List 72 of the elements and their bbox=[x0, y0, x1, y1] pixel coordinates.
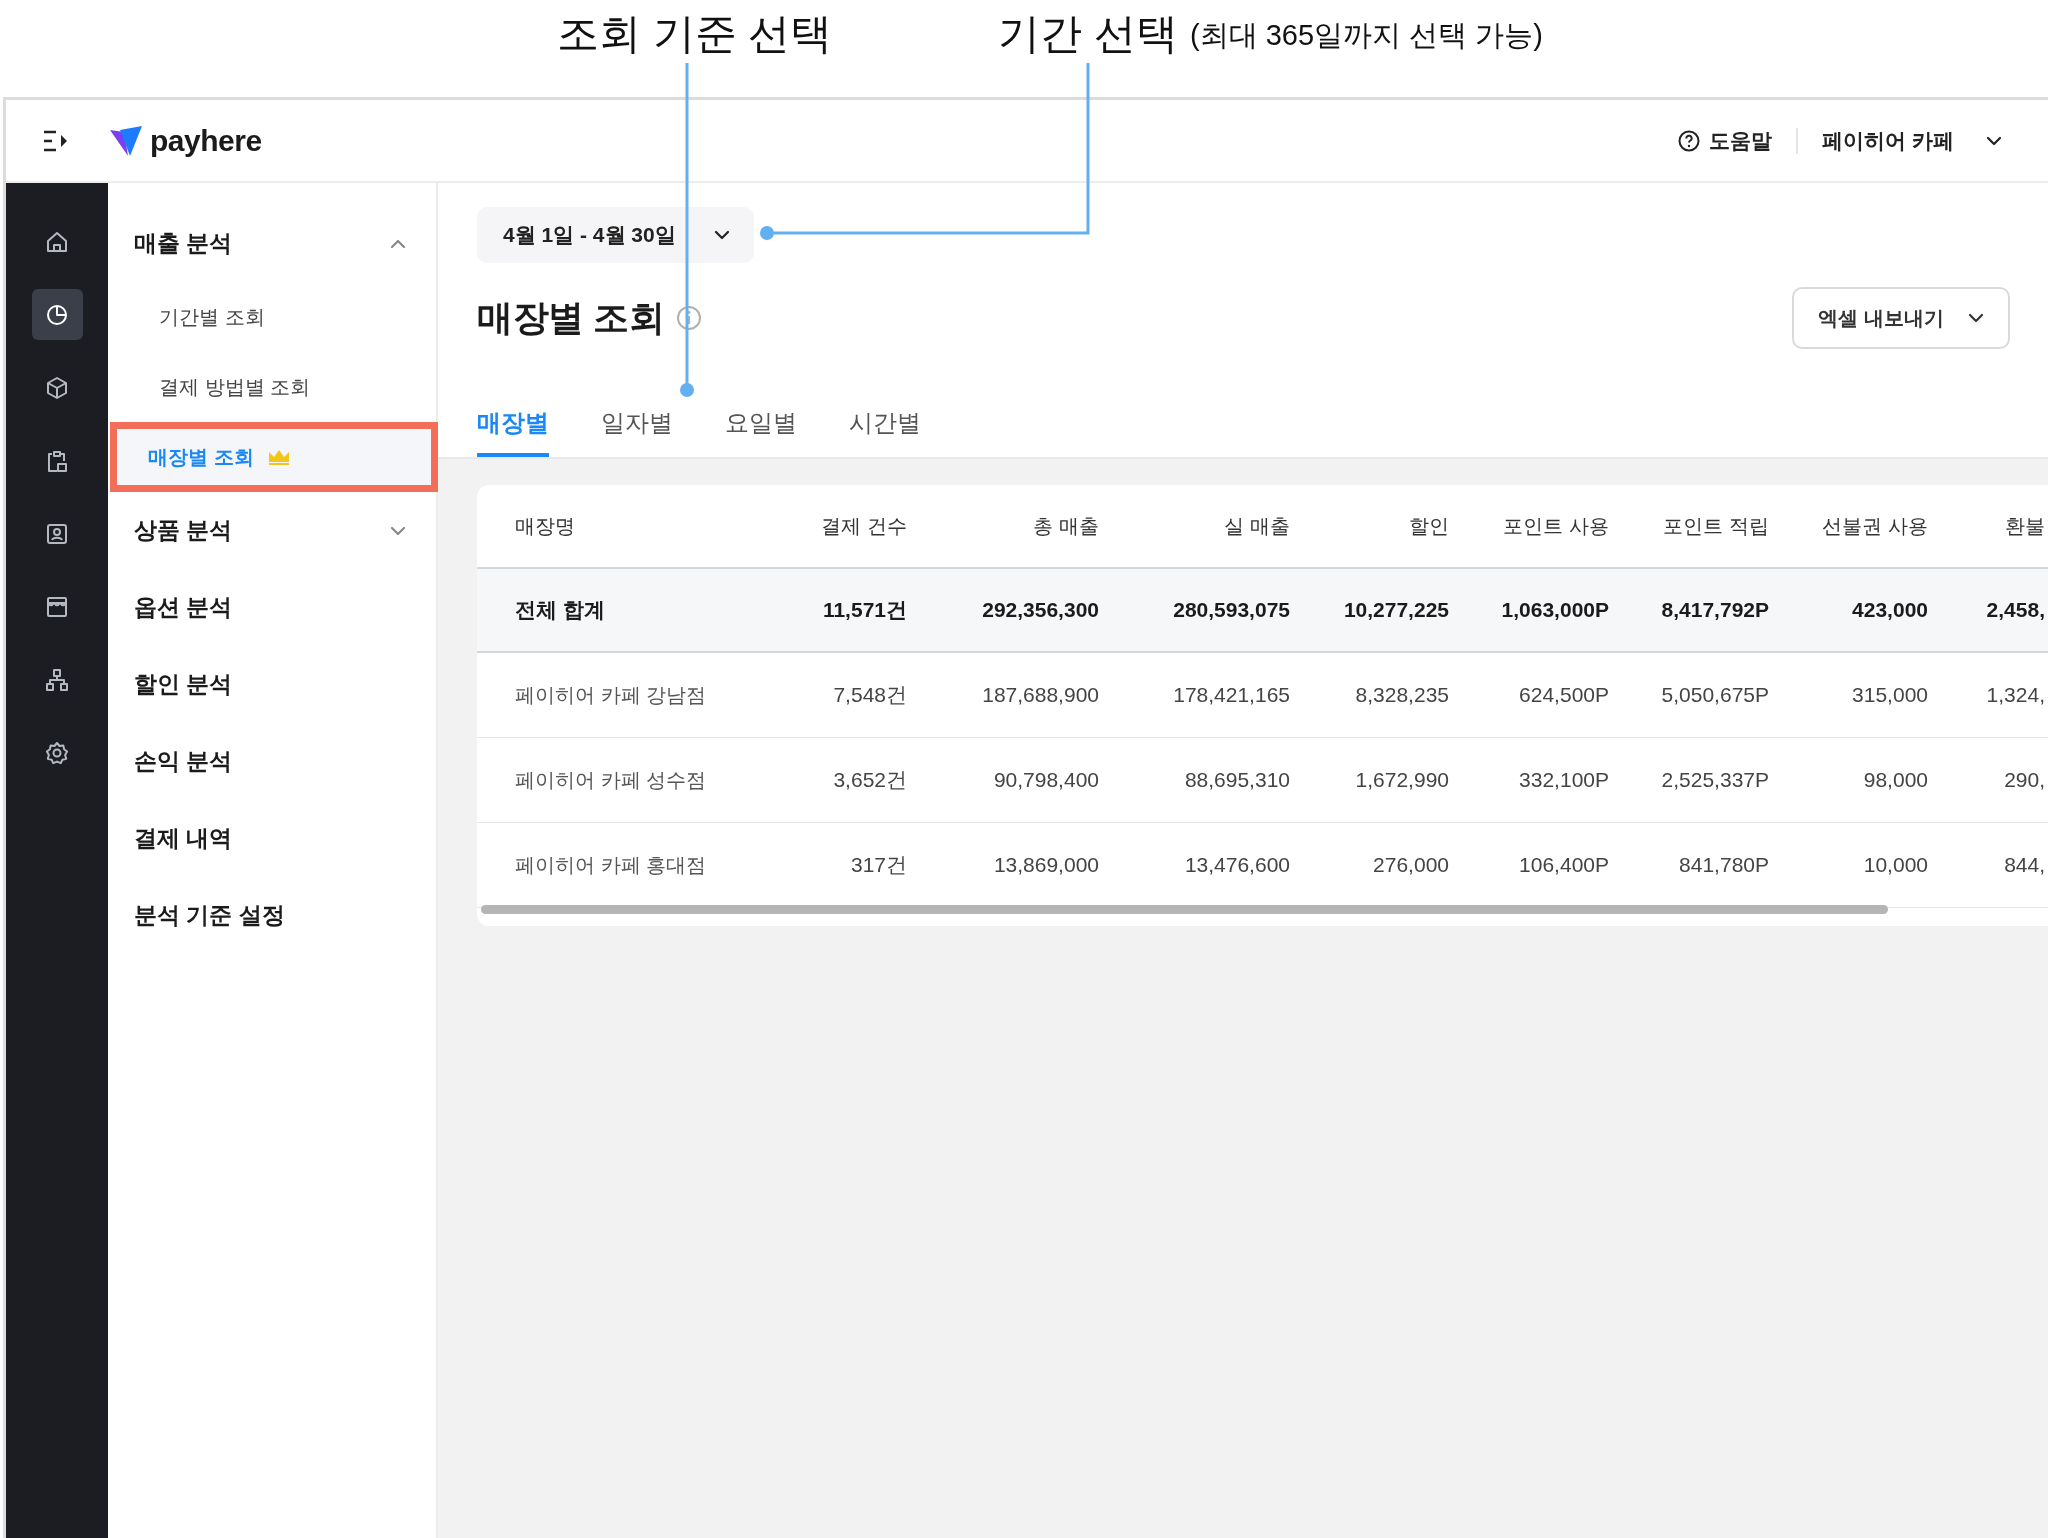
menu-item[interactable]: 기간별 조회 bbox=[108, 282, 436, 352]
table-cell-text: 280,593,075 bbox=[1172, 598, 1290, 622]
table-cell-text: 10,277,225 bbox=[1342, 598, 1449, 622]
table-cell-text: 292,356,300 bbox=[981, 598, 1099, 622]
table-cell-text: 844, bbox=[2003, 853, 2045, 877]
menu-group[interactable]: 옵션 분석 bbox=[108, 569, 436, 646]
table-cell-text: 98,000 bbox=[1862, 768, 1928, 792]
column-header: 실 매출 bbox=[1223, 513, 1290, 539]
menu-collapse-icon[interactable] bbox=[42, 128, 70, 153]
logo-icon bbox=[110, 125, 142, 156]
column-header: 매장명 bbox=[514, 513, 576, 539]
table-cell-text: 317건 bbox=[849, 852, 907, 878]
table-cell-text: 페이히어 카페 홍대점 bbox=[514, 852, 708, 878]
table-cell-text: 2,525,337P bbox=[1660, 768, 1769, 792]
table-cell-text: 7,548건 bbox=[832, 682, 907, 708]
table-cell-text: 11,571건 bbox=[821, 597, 907, 623]
menu-group[interactable]: 매출 분석 bbox=[108, 205, 436, 282]
help-icon bbox=[1677, 128, 1702, 153]
table-cell-text: 315,000 bbox=[1851, 683, 1928, 707]
table-cell-text: 332,100P bbox=[1518, 768, 1609, 792]
table-cell-text: 88,695,310 bbox=[1183, 768, 1290, 792]
table-cell-text: 2,458, bbox=[1985, 598, 2045, 622]
tab[interactable]: 일자별 bbox=[601, 407, 673, 457]
menu-group[interactable]: 할인 분석 bbox=[108, 646, 436, 723]
menu-group[interactable]: 상품 분석 bbox=[108, 492, 436, 569]
table-cell-text: 624,500P bbox=[1518, 683, 1609, 707]
table-cell-text: 3,652건 bbox=[832, 767, 907, 793]
table-cell-text: 423,000 bbox=[1851, 598, 1928, 622]
menu-group[interactable]: 손익 분석 bbox=[108, 723, 436, 800]
table-cell-text: 178,421,165 bbox=[1172, 683, 1290, 707]
column-header: 포인트 적립 bbox=[1662, 513, 1769, 539]
table-cell-text: 13,476,600 bbox=[1183, 853, 1290, 877]
scrollbar-thumb[interactable] bbox=[481, 905, 1888, 914]
column-header: 결제 건수 bbox=[820, 513, 907, 539]
store-selector[interactable]: 페이히어 카페 bbox=[1818, 122, 2008, 159]
table-cell-text: 841,780P bbox=[1678, 853, 1769, 877]
column-header: 포인트 사용 bbox=[1502, 513, 1609, 539]
logo-text: payhere bbox=[150, 123, 262, 158]
table-cell-text: 페이히어 카페 성수점 bbox=[514, 767, 708, 793]
tab[interactable]: 시간별 bbox=[849, 407, 921, 457]
table-cell-text: 187,688,900 bbox=[981, 683, 1099, 707]
column-header: 할인 bbox=[1408, 513, 1449, 539]
page-title: 매장별 조회 bbox=[477, 295, 664, 340]
tab[interactable]: 요일별 bbox=[725, 407, 797, 457]
table-cell-text: 10,000 bbox=[1862, 853, 1928, 877]
table-cell-text: 290, bbox=[2003, 768, 2045, 792]
export-dropdown-button[interactable]: 엑셀 내보내기 bbox=[1792, 287, 2010, 349]
table-cell-text: 8,328,235 bbox=[1354, 683, 1449, 707]
table-cell-text: 전체 합계 bbox=[514, 597, 606, 623]
annotation-note: (최대 365일까지 선택 가능) bbox=[1190, 18, 1543, 53]
table-cell-text: 106,400P bbox=[1518, 853, 1609, 877]
menu-group[interactable]: 결제 내역 bbox=[108, 800, 436, 877]
table-cell-text: 1,063,000P bbox=[1500, 598, 1609, 622]
menu-group[interactable]: 분석 기준 설정 bbox=[108, 877, 436, 954]
help-link[interactable]: 도움말 bbox=[1673, 122, 1777, 159]
table-cell-text: 1,672,990 bbox=[1354, 768, 1449, 792]
annotation-label: 기간 선택 bbox=[998, 9, 1178, 59]
annotation-label: 조회 기준 선택 bbox=[557, 9, 833, 59]
table-cell-text: 8,417,792P bbox=[1660, 598, 1769, 622]
tab[interactable]: 매장별 bbox=[477, 407, 549, 457]
pie-chart-icon[interactable] bbox=[31, 289, 83, 340]
table-cell-text: 276,000 bbox=[1372, 853, 1449, 877]
table-cell-text: 13,869,000 bbox=[992, 853, 1099, 877]
date-range-picker[interactable]: 4월 1일 - 4월 30일 bbox=[477, 207, 754, 263]
column-header: 선불권 사용 bbox=[1821, 513, 1928, 539]
menu-item[interactable]: 결제 방법별 조회 bbox=[108, 352, 436, 422]
column-header: 환불 bbox=[2004, 513, 2045, 539]
table-cell-text: 페이히어 카페 강남점 bbox=[514, 682, 708, 708]
table-cell-text: 1,324, bbox=[1985, 683, 2045, 707]
table-cell-text: 90,798,400 bbox=[992, 768, 1099, 792]
column-header: 총 매출 bbox=[1032, 513, 1099, 539]
table-cell-text: 5,050,675P bbox=[1660, 683, 1769, 707]
